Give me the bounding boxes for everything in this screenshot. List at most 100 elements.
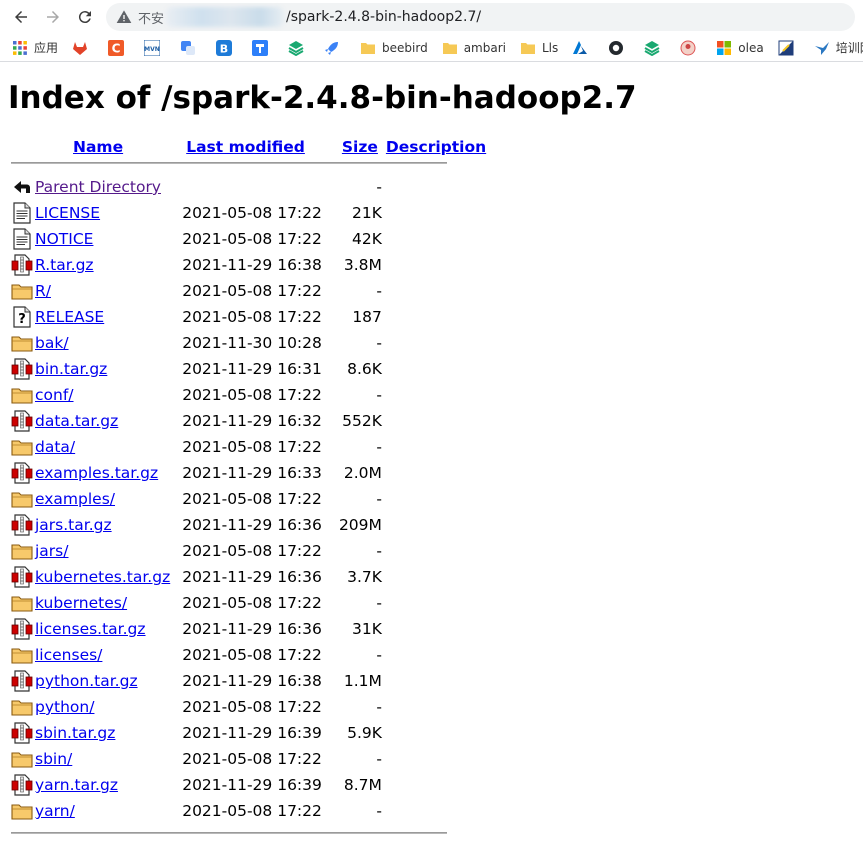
- table-row: kubernetes.tar.gz 2021-11-29 16:36 3.7K: [8, 564, 490, 590]
- size-cell: -: [376, 282, 382, 300]
- text-file-icon: [11, 228, 33, 250]
- file-link[interactable]: licenses/: [35, 646, 102, 664]
- bookmark-label: olea: [738, 40, 764, 55]
- unknown-file-icon: ?: [11, 306, 33, 328]
- icon-cell: [8, 200, 35, 226]
- file-link[interactable]: Parent Directory: [35, 178, 161, 196]
- bookmark-b-blue[interactable]: B: [216, 39, 238, 56]
- bookmark-stack-green[interactable]: [288, 40, 310, 56]
- bookmark-rocket[interactable]: [324, 40, 346, 56]
- archive-icon: [11, 774, 33, 796]
- header-row: Name Last modified Size Description: [8, 134, 490, 162]
- bookmark-c-red[interactable]: C: [108, 39, 130, 56]
- file-link[interactable]: python/: [35, 698, 94, 716]
- icon-cell: [8, 772, 35, 798]
- file-link[interactable]: bak/: [35, 334, 69, 352]
- size-cell: 187: [352, 308, 382, 326]
- folder-icon: [442, 40, 458, 56]
- file-link[interactable]: LICENSE: [35, 204, 100, 222]
- description-cell: [382, 590, 490, 616]
- name-cell: jars/: [35, 538, 174, 564]
- file-link[interactable]: yarn/: [35, 802, 75, 820]
- file-link[interactable]: jars.tar.gz: [35, 516, 112, 534]
- file-link[interactable]: conf/: [35, 386, 74, 404]
- bookmark-azure[interactable]: [572, 40, 594, 56]
- reload-button[interactable]: [72, 4, 98, 30]
- file-link[interactable]: examples.tar.gz: [35, 464, 158, 482]
- sort-by-modified-link[interactable]: Last modified: [186, 138, 305, 156]
- bookmark-gitlab[interactable]: [72, 40, 94, 56]
- size-cell: -: [376, 386, 382, 404]
- top-divider: [11, 162, 447, 164]
- table-row: python.tar.gz 2021-11-29 16:38 1.1M: [8, 668, 490, 694]
- size-cell: -: [376, 178, 382, 196]
- table-row: jars/2021-05-08 17:22 -: [8, 538, 490, 564]
- header-separator-row: [8, 162, 490, 174]
- file-link[interactable]: R/: [35, 282, 51, 300]
- file-link[interactable]: RELEASE: [35, 308, 104, 326]
- file-listing-table: Name Last modified Size Description Pare…: [8, 134, 490, 824]
- table-row: ? RELEASE 2021-05-08 17:22 187: [8, 304, 490, 330]
- archive-icon: [11, 618, 33, 640]
- description-cell: [382, 330, 490, 356]
- modified-cell: 2021-11-30 10:28: [182, 334, 322, 352]
- bookmark-应用[interactable]: 应用: [12, 39, 58, 56]
- sort-by-description-link[interactable]: Description: [386, 138, 486, 156]
- description-cell: [382, 200, 490, 226]
- file-link[interactable]: kubernetes.tar.gz: [35, 568, 170, 586]
- file-link[interactable]: sbin/: [35, 750, 72, 768]
- back-button[interactable]: [8, 4, 34, 30]
- bookmark-培训网页[interactable]: 培训网页: [814, 39, 863, 56]
- gitlab-icon: [72, 40, 88, 56]
- bookmark-tool[interactable]: [252, 39, 274, 56]
- text-file-icon: [11, 202, 33, 224]
- address-bar[interactable]: 不安 /spark-2.4.8-bin-hadoop2.7/: [106, 3, 855, 31]
- bookmark-lls[interactable]: Lls: [520, 40, 558, 56]
- file-link[interactable]: jars/: [35, 542, 68, 560]
- file-link[interactable]: bin.tar.gz: [35, 360, 107, 378]
- file-link[interactable]: python.tar.gz: [35, 672, 138, 690]
- sort-by-size-link[interactable]: Size: [342, 138, 378, 156]
- bookmark-github[interactable]: [608, 40, 630, 56]
- modified-cell: 2021-11-29 16:32: [182, 412, 322, 430]
- bookmark-translate[interactable]: [180, 40, 202, 56]
- icon-cell: [8, 174, 35, 200]
- size-cell: 31K: [352, 620, 382, 638]
- github-icon: [608, 40, 624, 56]
- size-cell: 8.6K: [347, 360, 382, 378]
- file-link[interactable]: kubernetes/: [35, 594, 127, 612]
- size-header: Size: [326, 134, 382, 162]
- file-link[interactable]: yarn.tar.gz: [35, 776, 118, 794]
- archive-icon: [11, 514, 33, 536]
- name-cell: python/: [35, 694, 174, 720]
- file-link[interactable]: data.tar.gz: [35, 412, 118, 430]
- forward-button[interactable]: [40, 4, 66, 30]
- bookmark-olea[interactable]: olea: [716, 40, 764, 56]
- table-row: data.tar.gz 2021-11-29 16:32 552K: [8, 408, 490, 434]
- bookmark-mvn[interactable]: MVN: [143, 39, 166, 56]
- file-link[interactable]: sbin.tar.gz: [35, 724, 115, 742]
- bookmark-avatar[interactable]: [680, 40, 702, 56]
- file-link[interactable]: data/: [35, 438, 75, 456]
- bookmark-beebird[interactable]: beebird: [360, 40, 428, 56]
- size-cell: -: [376, 542, 382, 560]
- bookmark-flag[interactable]: [778, 40, 800, 56]
- file-link[interactable]: licenses.tar.gz: [35, 620, 146, 638]
- file-link[interactable]: R.tar.gz: [35, 256, 94, 274]
- sort-by-name-link[interactable]: Name: [73, 138, 123, 156]
- modified-cell: 2021-05-08 17:22: [182, 698, 322, 716]
- flag-icon: [778, 40, 794, 56]
- file-link[interactable]: examples/: [35, 490, 115, 508]
- file-link[interactable]: NOTICE: [35, 230, 93, 248]
- name-cell: examples.tar.gz: [35, 460, 174, 486]
- bookmark-ambari[interactable]: ambari: [442, 40, 506, 56]
- size-cell: 42K: [352, 230, 382, 248]
- icon-cell: [8, 720, 35, 746]
- bookmark-stack-green[interactable]: [644, 40, 666, 56]
- name-cell: NOTICE: [35, 226, 174, 252]
- description-cell: [382, 616, 490, 642]
- description-cell: [382, 668, 490, 694]
- modified-cell: 2021-05-08 17:22: [182, 490, 322, 508]
- description-cell: [382, 226, 490, 252]
- name-cell: kubernetes/: [35, 590, 174, 616]
